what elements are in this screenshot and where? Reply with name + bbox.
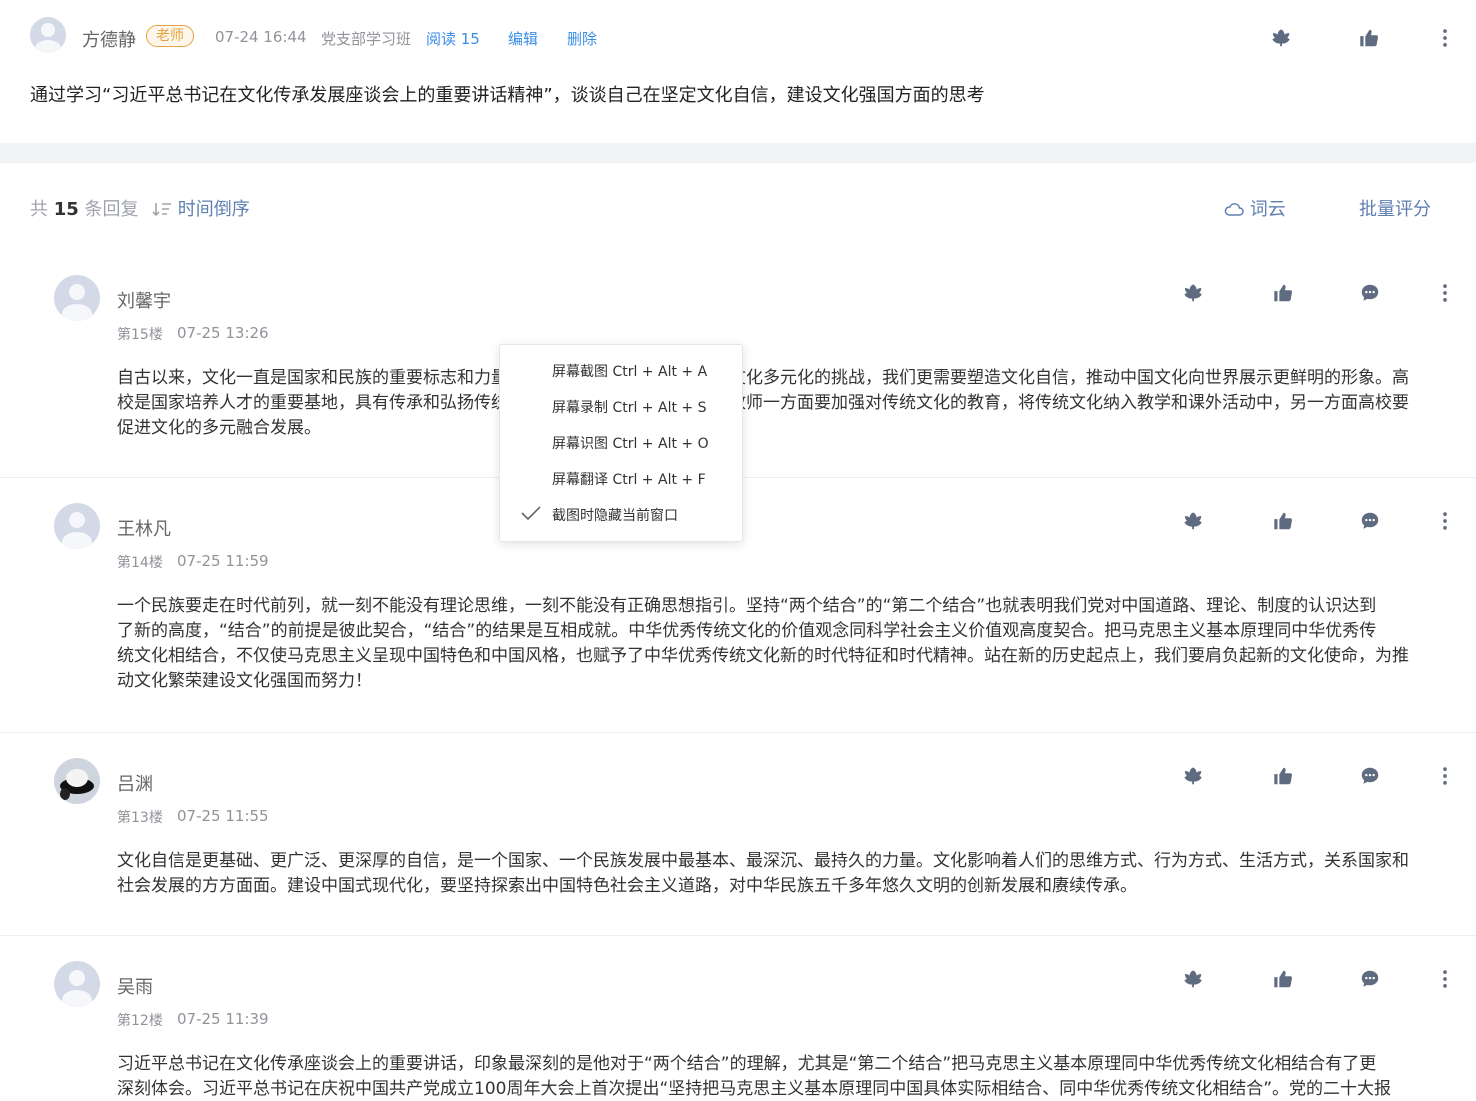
flower-icon[interactable] [1271,27,1293,49]
reply-content-line: 深刻体会。习近平总书记在庆祝中国共产党成立100周年大会上首次提出“坚持把马克思… [117,1079,1392,1099]
more-icon[interactable] [1434,27,1456,49]
reply-content-line: 自古以来，文化一直是国家和民族的重要标志和力量。在当代社会，面对全球化和文化多元… [117,368,1409,388]
reply-avatar[interactable] [54,758,100,804]
more-icon[interactable] [1434,510,1456,532]
reply-author-name[interactable]: 刘馨宇 [117,287,171,313]
thumbs-up-icon[interactable] [1358,27,1380,49]
reply-author-name[interactable]: 吕渊 [117,770,153,796]
more-icon[interactable] [1434,282,1456,304]
reply-content-line: 文化自信是更基础、更广泛、更深厚的自信，是一个国家、一个民族发展中最基本、最深沉… [117,851,1409,871]
reply-content-line: 了新的高度，“结合”的前提是彼此契合，“结合”的结果是互相成就。中华优秀传统文化… [117,621,1377,641]
wordcloud-label: 词云 [1249,199,1286,220]
flower-icon[interactable] [1183,968,1205,990]
reply-content-line: 习近平总书记在文化传承座谈会上的重要讲话，印象最深刻的是他对于“两个结合”的理解… [117,1054,1377,1074]
post-time: 07-24 16:44 [215,28,307,46]
reply-separator [0,935,1476,936]
reply-floor: 第13楼 [117,810,163,826]
thumbs-up-icon[interactable] [1272,282,1294,304]
post-author-avatar[interactable] [30,17,66,53]
reply-floor: 第14楼 [117,555,163,571]
edit-link[interactable]: 编辑 [508,28,538,49]
reply-separator [0,732,1476,733]
menu-item-screenshot[interactable]: 屏幕截图 Ctrl + Alt + A [552,361,707,381]
delete-link[interactable]: 删除 [567,28,597,49]
menu-item-screen-translate[interactable]: 屏幕翻译 Ctrl + Alt + F [552,469,706,489]
reply-author-name[interactable]: 吴雨 [117,973,153,999]
comment-icon[interactable] [1359,765,1381,787]
reply-count-suffix: 条回复 [84,199,139,220]
screenshot-context-menu: 屏幕截图 Ctrl + Alt + A 屏幕录制 Ctrl + Alt + S … [499,344,743,542]
reply-count-prefix: 共 [30,199,48,220]
menu-item-screen-record[interactable]: 屏幕录制 Ctrl + Alt + S [552,397,706,417]
reply-count: 共 15 条回复 [30,195,139,221]
sort-toggle[interactable]: 时间倒序 [152,195,250,221]
reply-avatar[interactable] [54,503,100,549]
post-title: 通过学习“习近平总书记在文化传承发展座谈会上的重要讲话精神”，谈谈自己在坚定文化… [30,85,985,106]
thumbs-up-icon[interactable] [1272,510,1294,532]
post-reads: 阅读 15 [426,30,480,48]
reply-avatar[interactable] [54,275,100,321]
flower-icon[interactable] [1183,765,1205,787]
more-icon[interactable] [1434,968,1456,990]
flower-icon[interactable] [1183,510,1205,532]
comment-icon[interactable] [1359,510,1381,532]
menu-item-hide-window[interactable]: 截图时隐藏当前窗口 [552,505,678,525]
reply-time: 07-25 11:59 [177,552,269,570]
reply-author-name[interactable]: 王林凡 [117,515,171,541]
reply-content-line: 促进文化的多元融合发展。 [117,418,321,438]
teacher-badge: 老师 [146,25,194,47]
reply-content-line: 动文化繁荣建设文化强国而努力！ [117,671,372,691]
comment-icon[interactable] [1359,968,1381,990]
reply-time: 07-25 11:39 [177,1010,269,1028]
thumbs-up-icon[interactable] [1272,968,1294,990]
menu-item-screen-ocr[interactable]: 屏幕识图 Ctrl + Alt + O [552,433,709,453]
reply-content-line: 一个民族要走在时代前列，就一刻不能没有理论思维，一刻不能没有正确思想指引。坚持“… [117,596,1377,616]
reply-time: 07-25 13:26 [177,324,269,342]
sort-desc-icon [152,203,171,217]
reply-content-line: 统文化相结合，不仅使马克思主义呈现中国特色和中国风格，也赋予了中华优秀传统文化新… [117,646,1409,666]
reply-count-number: 15 [53,199,79,220]
post-group: 党支部学习班 [321,30,412,48]
reply-avatar[interactable] [54,961,100,1007]
reply-content-line: 校是国家培养人才的重要基地，具有传承和弘扬传统文化的重要责任。一方面高校教师一方… [117,393,1409,413]
reply-content-line: 社会发展的方方面面。建设中国式现代化，要坚持探索出中国特色社会主义道路，对中华民… [117,876,1137,896]
flower-icon[interactable] [1183,282,1205,304]
comment-icon[interactable] [1359,282,1381,304]
reply-time: 07-25 11:55 [177,807,269,825]
wordcloud-button[interactable]: 词云 [1224,195,1286,221]
check-icon [521,506,541,521]
reply-floor: 第12楼 [117,1013,163,1029]
cloud-icon [1224,203,1244,216]
batch-score-button[interactable]: 批量评分 [1359,195,1431,221]
thumbs-up-icon[interactable] [1272,765,1294,787]
section-divider [0,143,1476,163]
post-author-name[interactable]: 方德静 [82,26,136,52]
more-icon[interactable] [1434,765,1456,787]
sort-label: 时间倒序 [177,199,250,220]
reply-floor: 第15楼 [117,327,163,343]
